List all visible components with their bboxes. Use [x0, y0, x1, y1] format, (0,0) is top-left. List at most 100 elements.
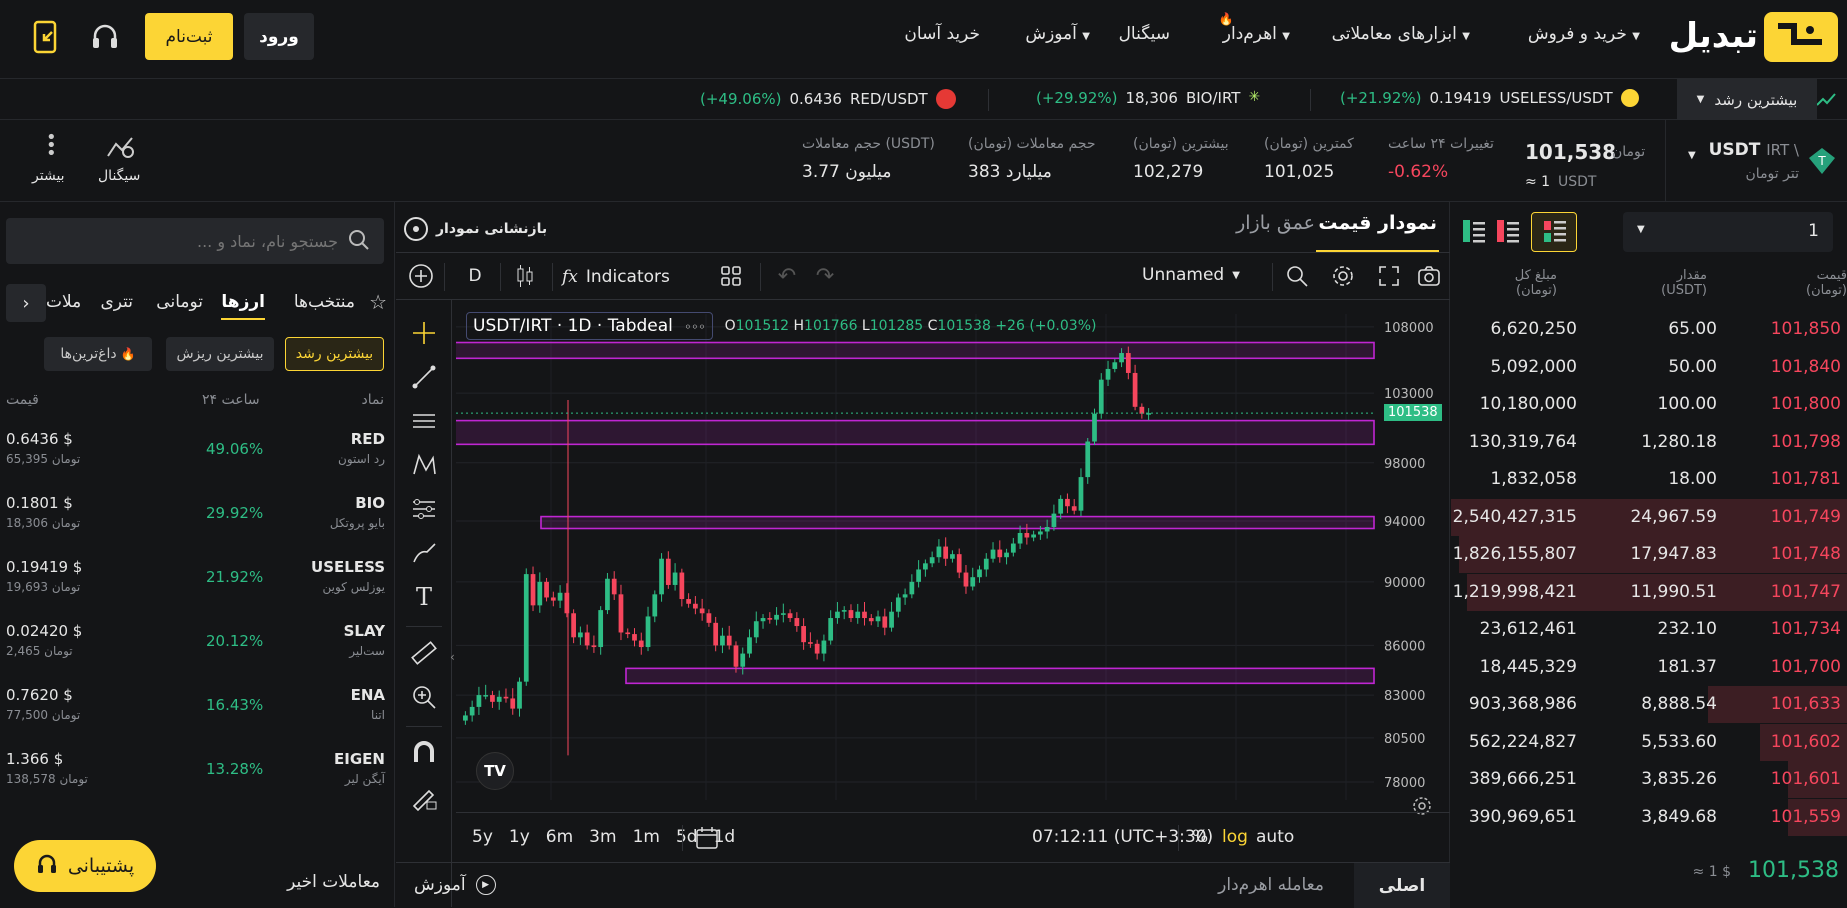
scale-percent[interactable]: %	[1192, 827, 1208, 847]
order-book-row[interactable]: 101,601 3,835.26 389,666,251	[1451, 761, 1847, 798]
order-book-row[interactable]: 101,602 5,533.60 562,224,827	[1451, 723, 1847, 761]
download-app-icon[interactable]	[30, 18, 64, 56]
ticker-item[interactable]: (+49.06%) 0.6436 RED/USDT	[700, 89, 956, 109]
logo[interactable]: تبدیل	[1668, 12, 1838, 62]
scale-log[interactable]: log	[1222, 827, 1248, 847]
view-both-icon[interactable]	[1531, 212, 1577, 252]
filter-top-gainers[interactable]: بیشترین رشد	[285, 337, 384, 371]
camera-icon[interactable]	[1412, 259, 1446, 293]
view-asks-icon[interactable]	[1493, 214, 1523, 250]
add-symbol-icon[interactable]	[404, 259, 438, 293]
redo-icon[interactable]: ↷	[808, 259, 842, 293]
calendar-icon[interactable]	[694, 825, 720, 851]
chevron-right-icon[interactable]: ›	[6, 284, 46, 322]
tab-currencies[interactable]: ارزها	[221, 292, 265, 320]
nav-signal[interactable]: سیگنال	[1119, 24, 1170, 44]
indicators-button[interactable]: fx Indicators	[562, 263, 670, 291]
settings-icon[interactable]	[1326, 259, 1360, 293]
range-1m[interactable]: 1m	[633, 827, 660, 847]
undo-icon[interactable]: ↶	[770, 259, 804, 293]
interval-button[interactable]: D	[458, 259, 492, 293]
learn-link[interactable]: آموزش ▶	[414, 875, 496, 895]
signup-button[interactable]: ثبت‌نام	[145, 13, 233, 60]
pair-selector[interactable]: T USDT IRT \ تتر تومان ▼	[1665, 120, 1847, 202]
magnet-icon[interactable]	[407, 736, 441, 770]
tab-main[interactable]: اصلی	[1354, 863, 1450, 908]
text-icon[interactable]: T	[407, 580, 441, 614]
nav-trading-tools[interactable]: ابزارهای معاملاتی ▼	[1332, 24, 1470, 44]
nav-buy-sell[interactable]: خرید و فروش ▼	[1528, 24, 1640, 44]
login-button[interactable]: ورود	[244, 13, 314, 60]
market-row[interactable]: SLAY ست‌لیر 20.12% 0.02420 $ 2,465 تومان	[0, 610, 395, 674]
order-book-row[interactable]: 101,747 11,990.51 1,219,998,421	[1451, 573, 1847, 611]
chart-canvas[interactable]: 108000 103000 98000 94000 90000 86000 83000 805…	[453, 300, 1450, 830]
fib-icon[interactable]	[407, 492, 441, 526]
fullscreen-icon[interactable]	[1372, 259, 1406, 293]
search-input[interactable]	[28, 226, 338, 256]
nav-education[interactable]: آموزش ▼	[1025, 24, 1090, 44]
filter-top-losers[interactable]: بیشترین ریزش	[166, 337, 274, 371]
market-row[interactable]: EIGEN آیگن لیر 13.28% 1.366 $ 138,578 تومان	[0, 738, 395, 802]
templates-icon[interactable]	[714, 259, 748, 293]
filter-hottest[interactable]: داغ‌ترین‌ها 🔥	[44, 337, 152, 371]
tab-trades[interactable]: معاملات	[46, 292, 80, 312]
market-search[interactable]	[6, 218, 384, 264]
lock-draw-icon[interactable]	[407, 780, 441, 814]
layout-select[interactable]: Unnamed ▼	[1142, 265, 1240, 285]
tab-market-depth[interactable]: عمق بازار	[1236, 212, 1315, 252]
order-book-row[interactable]: 101,781 18.00 1,832,058	[1451, 461, 1847, 498]
market-row[interactable]: RED رد استون 49.06% 0.6436 $ 65,395 تومان	[0, 418, 395, 482]
candlestick-chart[interactable]: 108000 103000 98000 94000 90000 86000 83000 805…	[453, 300, 1450, 830]
recent-trades-label[interactable]: معاملات اخیر	[287, 872, 380, 892]
range-3m[interactable]: 3m	[589, 827, 616, 847]
trend-line-icon[interactable]	[407, 360, 441, 394]
brush-icon[interactable]	[407, 536, 441, 570]
order-book-row[interactable]: 101,748 17,947.83 1,826,155,807	[1451, 536, 1847, 573]
signal-button[interactable]: سیگنال	[96, 134, 146, 194]
tab-leverage-trade[interactable]: معامله اهرم‌دار	[1218, 875, 1324, 895]
nav-easy-buy[interactable]: خرید آسان	[904, 24, 980, 44]
tab-toman[interactable]: تومانی	[156, 292, 203, 312]
nav-leverage[interactable]: اهرم‌دار ▼ 🔥	[1219, 12, 1290, 44]
order-book-row[interactable]: 101,749 24,967.59 2,540,427,315	[1451, 498, 1847, 536]
ticker-item[interactable]: (+21.92%) 0.19419 USELESS/USDT	[1340, 89, 1639, 107]
zoom-in-icon[interactable]	[407, 680, 441, 714]
tab-price-chart[interactable]: نمودار قیمت	[1316, 212, 1439, 252]
tab-tether[interactable]: تتری	[100, 292, 133, 312]
favorites-star-icon[interactable]: ☆	[369, 290, 387, 314]
range-5y[interactable]: 5y	[472, 827, 493, 847]
scale-auto[interactable]: auto	[1256, 827, 1294, 847]
legend-symbol[interactable]: USDT/IRT · 1D · Tabdeal ◦◦◦	[466, 312, 713, 340]
col-header-price: قیمت	[6, 392, 39, 408]
view-bids-icon[interactable]	[1459, 214, 1489, 250]
ruler-icon[interactable]	[407, 636, 441, 670]
candle-body	[753, 621, 759, 638]
range-6m[interactable]: 6m	[546, 827, 573, 847]
order-book-row[interactable]: 101,633 8,888.54 903,368,986	[1451, 686, 1847, 723]
candle-type-icon[interactable]	[508, 259, 542, 293]
more-button[interactable]: • • • بیشتر	[30, 129, 70, 194]
order-book-row[interactable]: 101,800 100.00 10,180,000	[1451, 386, 1847, 423]
horizontal-lines-icon[interactable]	[407, 404, 441, 438]
market-row[interactable]: ENA اتنا 16.43% 0.7620 $ 77,500 تومان	[0, 674, 395, 738]
order-book-row[interactable]: 101,700 181.37 18,445,329	[1451, 649, 1847, 686]
order-book-row[interactable]: 101,840 50.00 5,092,000	[1451, 349, 1847, 386]
market-row[interactable]: USELESS یوزلس کوین 21.92% 0.19419 $ 19,693 ت…	[0, 546, 395, 610]
reset-chart-button[interactable]: بازنشانی نمودار	[404, 214, 547, 244]
candle-body	[1031, 534, 1036, 538]
ticker-item[interactable]: (+29.92%) 18,306 BIO/IRT ✳	[1036, 89, 1266, 107]
market-row[interactable]: BIO بایو پروتکل 29.92% 0.1801 $ 18,306 تومان	[0, 482, 395, 546]
pattern-icon[interactable]	[407, 448, 441, 482]
precision-select[interactable]: 1 ▼	[1623, 212, 1833, 252]
ticker-sort-select[interactable]: ▼ بیشترین رشد	[1677, 79, 1817, 120]
order-book-row[interactable]: 101,850 65.00 6,620,250	[1451, 311, 1847, 348]
range-1y[interactable]: 1y	[509, 827, 530, 847]
crosshair-icon[interactable]	[407, 316, 441, 350]
tab-favorites[interactable]: منتخب‌ها	[294, 292, 355, 312]
headset-icon[interactable]	[88, 20, 122, 54]
order-book-row[interactable]: 101,734 232.10 23,612,461	[1451, 611, 1847, 648]
order-book-row[interactable]: 101,559 3,849.68 390,969,651	[1451, 798, 1847, 836]
quick-search-icon[interactable]	[1280, 259, 1314, 293]
support-button[interactable]: پشتیبانی	[14, 840, 156, 892]
order-book-row[interactable]: 101,798 1,280.18 130,319,764	[1451, 424, 1847, 461]
